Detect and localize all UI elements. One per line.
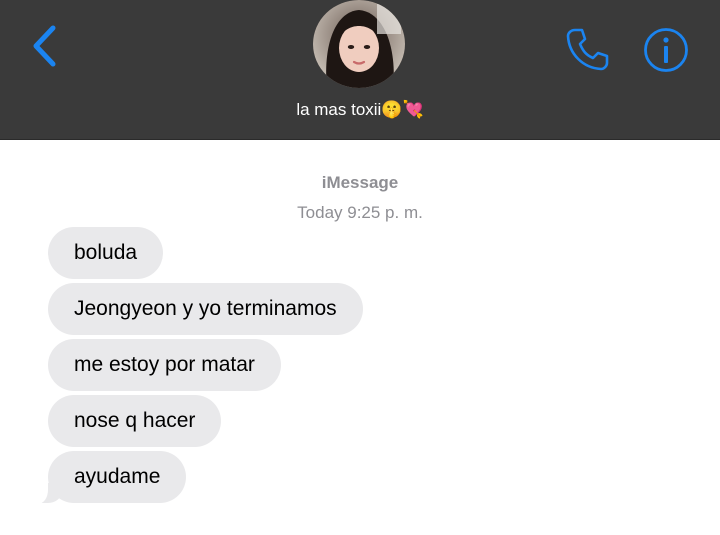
chevron-left-icon [33,25,56,67]
contact-name-emoji: 🤫💘 [381,100,424,120]
contact-name-text: la mas toxii [296,100,382,119]
phone-icon [566,28,609,71]
conversation-header: la mas toxii🤫💘 [0,0,720,140]
call-button[interactable] [562,24,612,74]
message-text: me estoy por matar [74,353,255,376]
message-bubble[interactable]: Jeongyeon y yo terminamos [48,283,363,335]
contact-name[interactable]: la mas toxii🤫💘 [0,98,720,122]
back-button[interactable] [22,22,66,70]
message-bubble[interactable]: boluda [48,227,164,279]
message-text: ayudame [74,465,161,488]
info-icon [644,28,688,72]
message-thread[interactable]: iMessage Today 9:25 p. m. boluda Jeongye… [0,141,720,535]
service-label: iMessage [321,173,399,192]
contact-avatar[interactable] [313,0,405,88]
message-text: nose q hacer [74,409,196,432]
message-bubble[interactable]: ayudame [33,451,187,504]
message-text: boluda [74,241,138,264]
message-bubble[interactable]: me estoy por matar [48,339,281,391]
contact-photo [313,0,405,88]
info-button[interactable] [642,26,690,74]
message-bubble[interactable]: nose q hacer [48,395,222,447]
message-text: Jeongyeon y yo terminamos [74,297,337,320]
message-timestamp: Today 9:25 p. m. [297,203,423,222]
